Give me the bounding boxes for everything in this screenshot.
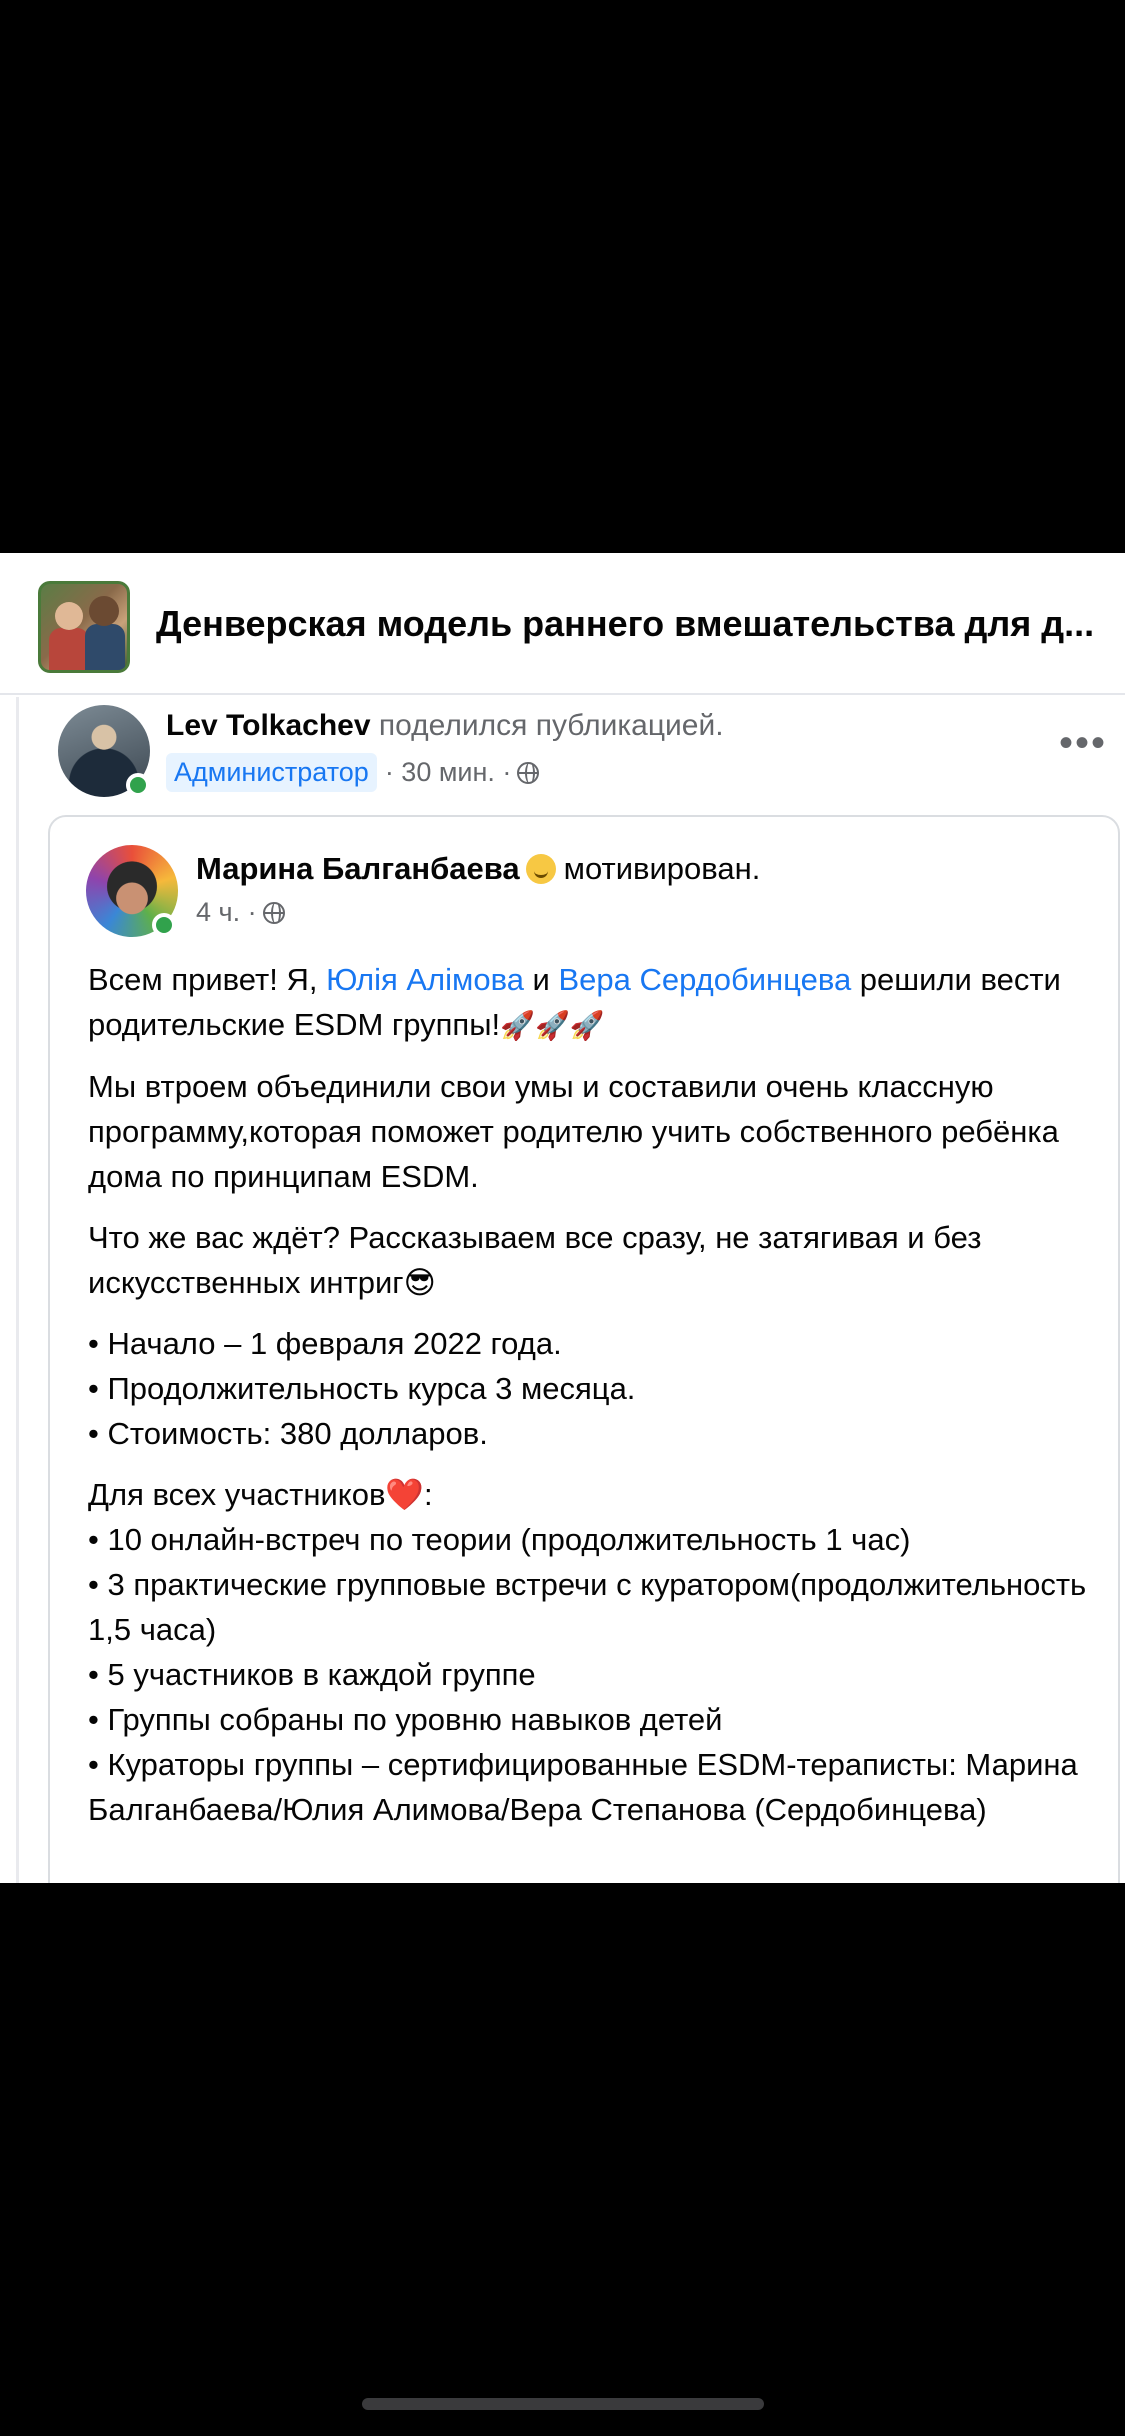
heart-emoji-icon: ❤️ [385, 1477, 425, 1512]
globe-icon [262, 901, 285, 924]
list-item: • 5 участников в каждой группе [88, 1657, 536, 1692]
tag-link-serdobintseva[interactable]: Вера Сердобинцева [558, 962, 851, 997]
list-title: Для всех участников [88, 1477, 386, 1512]
list-item: • 10 онлайн-встреч по теории (продолжите… [88, 1522, 911, 1557]
text-span: Что же вас ждёт? Рассказываем все сразу,… [88, 1220, 982, 1300]
shared-post-card[interactable]: Марина Балганбаева мотивирован. 4 ч. · Вс… [48, 815, 1120, 1883]
text-span: : [424, 1477, 433, 1512]
list-item: • 3 практические групповые встречи с кур… [88, 1567, 1087, 1647]
share-meta: Администратор · 30 мин. · [166, 753, 540, 792]
post-author-line: Марина Балганбаева мотивирован. [196, 851, 760, 887]
rocket-emoji-icon: 🚀🚀🚀 [500, 1010, 605, 1041]
post-meta: 4 ч. · [196, 897, 285, 928]
facts-list: • Начало – 1 февраля 2022 года. • Продол… [88, 1321, 1098, 1456]
list-item: • Группы собраны по уровню навыков детей [88, 1702, 723, 1737]
globe-icon [517, 761, 540, 784]
paragraph-program: Мы втроем объединили свои умы и составил… [88, 1069, 1059, 1194]
facebook-screen: Денверская модель раннего вмешательства … [0, 553, 1125, 1883]
text-span: и [523, 962, 559, 997]
list-item: • Начало – 1 февраля 2022 года. [88, 1326, 562, 1361]
group-cover-thumbnail[interactable] [38, 581, 130, 673]
group-title[interactable]: Денверская модель раннего вмешательства … [156, 603, 1106, 645]
post-text: Всем привет! Я, Юлія Алімова и Вера Серд… [88, 957, 1098, 1848]
share-action: поделился публикацией. [378, 709, 724, 742]
text-span: Всем привет! Я, [88, 962, 327, 997]
admin-badge[interactable]: Администратор [166, 753, 377, 792]
more-options-button[interactable]: ••• [1059, 723, 1107, 763]
smile-emoji-icon [525, 854, 556, 884]
tag-link-alimova[interactable]: Юлія Алімова [326, 962, 524, 997]
paragraph-intro: Всем привет! Я, Юлія Алімова и Вера Серд… [88, 957, 1098, 1048]
sunglasses-emoji-icon: 😎 [403, 1265, 436, 1300]
list-item: • Стоимость: 380 долларов. [88, 1416, 488, 1451]
list-item: • Продолжительность курса 3 месяца. [88, 1371, 636, 1406]
home-indicator[interactable] [362, 2398, 764, 2410]
group-header[interactable]: Денверская модель раннего вмешательства … [0, 553, 1125, 695]
list-item: • Кураторы группы – сертифицированные ES… [88, 1747, 1078, 1827]
share-time[interactable]: · 30 мин. · [385, 757, 512, 788]
post-time[interactable]: 4 ч. · [196, 897, 257, 928]
share-author-line: Lev Tolkachev поделился публикацией. [166, 709, 724, 743]
thread-line [16, 697, 19, 1883]
participants-list: Для всех участников❤️: • 10 онлайн-встре… [88, 1472, 1098, 1832]
post-author-name[interactable]: Марина Балганбаева [196, 851, 520, 886]
online-status-icon [126, 773, 150, 797]
online-status-icon [152, 913, 176, 937]
share-header: Lev Tolkachev поделился публикацией. Адм… [58, 705, 1098, 815]
paragraph-what-awaits: Что же вас ждёт? Рассказываем все сразу,… [88, 1215, 1098, 1305]
post-mood: мотивирован. [563, 851, 761, 886]
share-author-name[interactable]: Lev Tolkachev [166, 709, 371, 742]
